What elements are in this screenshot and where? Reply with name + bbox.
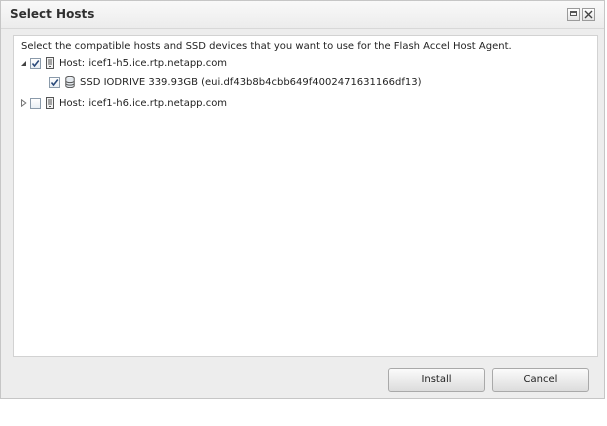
host-label[interactable]: Host: icef1-h6.ice.rtp.netapp.com (59, 98, 227, 109)
close-icon[interactable] (582, 8, 595, 21)
server-icon (46, 94, 54, 113)
tree-row-device: SSD IODRIVE 339.93GB (eui.df43b8b4cbb649… (49, 74, 421, 90)
collapse-arrow-icon[interactable] (18, 58, 28, 68)
host-checkbox[interactable] (30, 57, 41, 69)
instruction-text: Select the compatible hosts and SSD devi… (21, 41, 512, 52)
cancel-button[interactable]: Cancel (492, 368, 589, 392)
select-hosts-dialog: Select Hosts Select the compatible hosts… (0, 0, 605, 399)
device-label[interactable]: SSD IODRIVE 339.93GB (eui.df43b8b4cbb649… (80, 77, 421, 88)
host-label[interactable]: Host: icef1-h5.ice.rtp.netapp.com (59, 58, 227, 69)
maximize-icon[interactable] (567, 8, 580, 21)
server-icon (46, 54, 54, 73)
expand-arrow-icon[interactable] (18, 98, 28, 108)
dialog-titlebar[interactable]: Select Hosts (1, 1, 604, 29)
dialog-title: Select Hosts (10, 7, 95, 21)
host-selection-panel: Select the compatible hosts and SSD devi… (13, 35, 598, 357)
host-checkbox[interactable] (30, 97, 41, 109)
device-checkbox[interactable] (49, 76, 60, 88)
tree-row-host: Host: icef1-h5.ice.rtp.netapp.com (18, 55, 227, 71)
install-button[interactable]: Install (388, 368, 485, 392)
ssd-icon (65, 73, 75, 92)
tree-row-host: Host: icef1-h6.ice.rtp.netapp.com (18, 95, 227, 111)
